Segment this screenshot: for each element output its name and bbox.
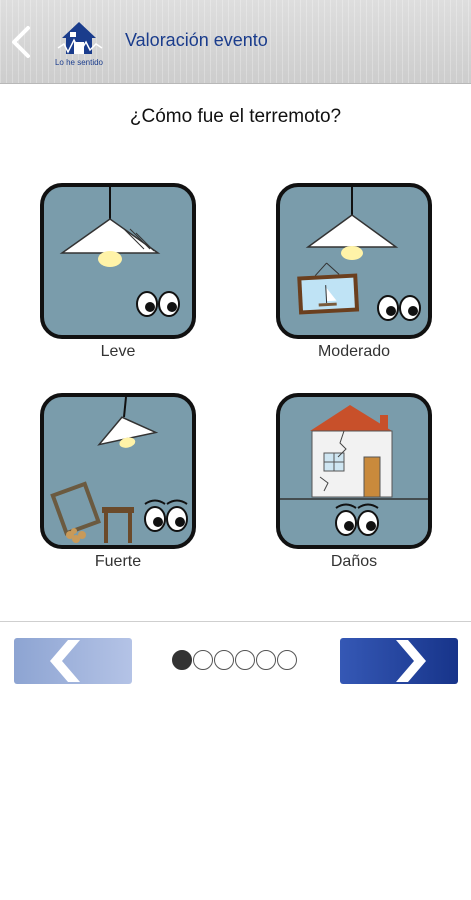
eyes-icon [377, 295, 421, 321]
option-leve[interactable] [40, 183, 196, 339]
house-logo-icon [57, 22, 103, 54]
option-fuerte[interactable] [40, 393, 196, 549]
option-label: Moderado [317, 343, 391, 360]
divider [0, 621, 471, 622]
chevron-left-icon [50, 640, 80, 682]
lamp-picture-icon [297, 187, 421, 321]
option-label: Fuerte [94, 553, 142, 570]
falling-furniture-icon [50, 397, 188, 543]
chevron-right-icon [396, 640, 426, 682]
page-dot [277, 650, 297, 670]
pagination-dots [172, 650, 300, 670]
page-title: Valoración evento [125, 30, 268, 50]
page-dot [214, 650, 234, 670]
back-button[interactable] [6, 20, 38, 64]
page-dot-active [172, 650, 192, 670]
chevron-left-icon [12, 26, 30, 58]
damaged-house-icon [280, 405, 428, 545]
eyes-icon [144, 499, 188, 532]
question-heading: ¿Cómo fue el terremoto? [129, 106, 342, 127]
page-dot [235, 650, 255, 670]
option-danos[interactable] [276, 393, 432, 549]
eyes-icon [136, 291, 180, 317]
page-dot [193, 650, 213, 670]
page-dot [256, 650, 276, 670]
option-label: Daños [330, 553, 378, 570]
previous-button[interactable] [14, 638, 132, 684]
lamp-icon [59, 187, 180, 317]
app-header: Lo he sentido Valoración evento [0, 0, 471, 84]
next-button[interactable] [340, 638, 458, 684]
logo-text: Lo he sentido [54, 58, 104, 67]
app-logo: Lo he sentido [50, 18, 108, 70]
option-moderado[interactable] [276, 183, 432, 339]
option-label: Leve [100, 343, 136, 360]
